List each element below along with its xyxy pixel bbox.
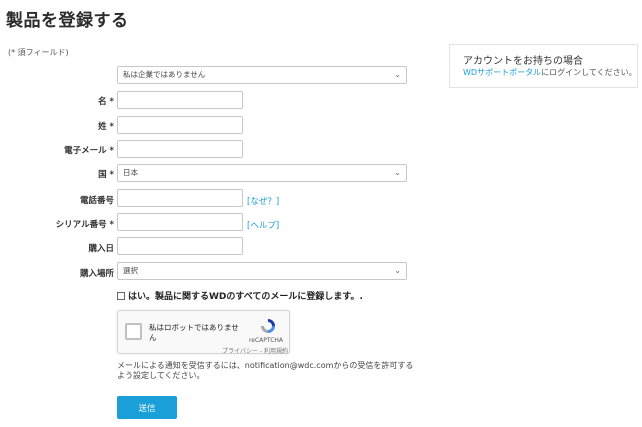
account-info-title: アカウントをお持ちの場合 xyxy=(463,56,583,67)
country-select[interactable]: 日本 ⌄ xyxy=(117,164,407,182)
account-type-select[interactable]: 私は企業ではありません ⌄ xyxy=(117,66,407,84)
account-info-text: WDサポートポータルにログインしてください。 xyxy=(463,67,637,78)
phone-field[interactable] xyxy=(117,189,243,207)
recaptcha-widget: 私はロボットではありません reCAPTCHA プライバシー - 利用規約 xyxy=(117,310,290,355)
chevron-down-icon: ⌄ xyxy=(394,70,401,79)
serial-label: シリアル番号 * xyxy=(55,220,114,230)
email-notice: メールによる通知を受信するには、notification@wdc.comからの受… xyxy=(117,361,414,380)
recaptcha-logo-icon xyxy=(261,319,275,333)
captcha-terms-link[interactable]: プライバシー - 利用規約 xyxy=(202,346,288,355)
account-info-suffix: にログインしてください。 xyxy=(541,68,637,77)
last-name-field[interactable] xyxy=(117,116,243,134)
required-fields-note: (* 須フィールド) xyxy=(8,48,69,57)
optin-label: はい。製品に関するWDのすべてのメールに登録します。. xyxy=(128,292,363,302)
country-label: 国 * xyxy=(98,170,114,180)
chevron-down-icon: ⌄ xyxy=(394,168,401,177)
purchase-date-label: 購入日 xyxy=(88,244,114,254)
page-title: 製品を登録する xyxy=(6,11,129,31)
support-portal-link[interactable]: WDサポートポータル xyxy=(463,68,541,77)
captcha-brand: reCAPTCHA xyxy=(248,337,284,344)
captcha-checkbox[interactable] xyxy=(125,323,142,340)
chevron-down-icon: ⌄ xyxy=(394,266,401,275)
country-value: 日本 xyxy=(123,168,138,177)
phone-why-link[interactable]: [なぜ？] xyxy=(247,195,279,207)
email-optin[interactable]: はい。製品に関するWDのすべてのメールに登録します。. xyxy=(117,289,363,302)
email-label: 電子メール * xyxy=(64,146,114,156)
submit-button[interactable]: 送信 xyxy=(117,396,177,419)
serial-help-link[interactable]: [ヘルプ] xyxy=(247,219,279,231)
purchase-place-label: 購入場所 xyxy=(79,269,114,279)
purchase-date-field[interactable] xyxy=(117,237,243,255)
optin-checkbox[interactable] xyxy=(117,291,125,300)
first-name-field[interactable] xyxy=(117,91,243,109)
email-field[interactable] xyxy=(117,140,243,158)
phone-label: 電話番号 xyxy=(79,196,114,206)
purchase-place-value: 選択 xyxy=(123,266,138,275)
serial-field[interactable] xyxy=(117,213,243,231)
purchase-place-select[interactable]: 選択 ⌄ xyxy=(117,262,407,280)
last-name-label: 姓 * xyxy=(98,122,114,132)
first-name-label: 名 * xyxy=(98,97,114,107)
account-info-box: アカウントをお持ちの場合 WDサポートポータルにログインしてください。 xyxy=(449,44,638,88)
account-type-value: 私は企業ではありません xyxy=(123,70,206,79)
captcha-label: 私はロボットではありません xyxy=(149,323,239,342)
